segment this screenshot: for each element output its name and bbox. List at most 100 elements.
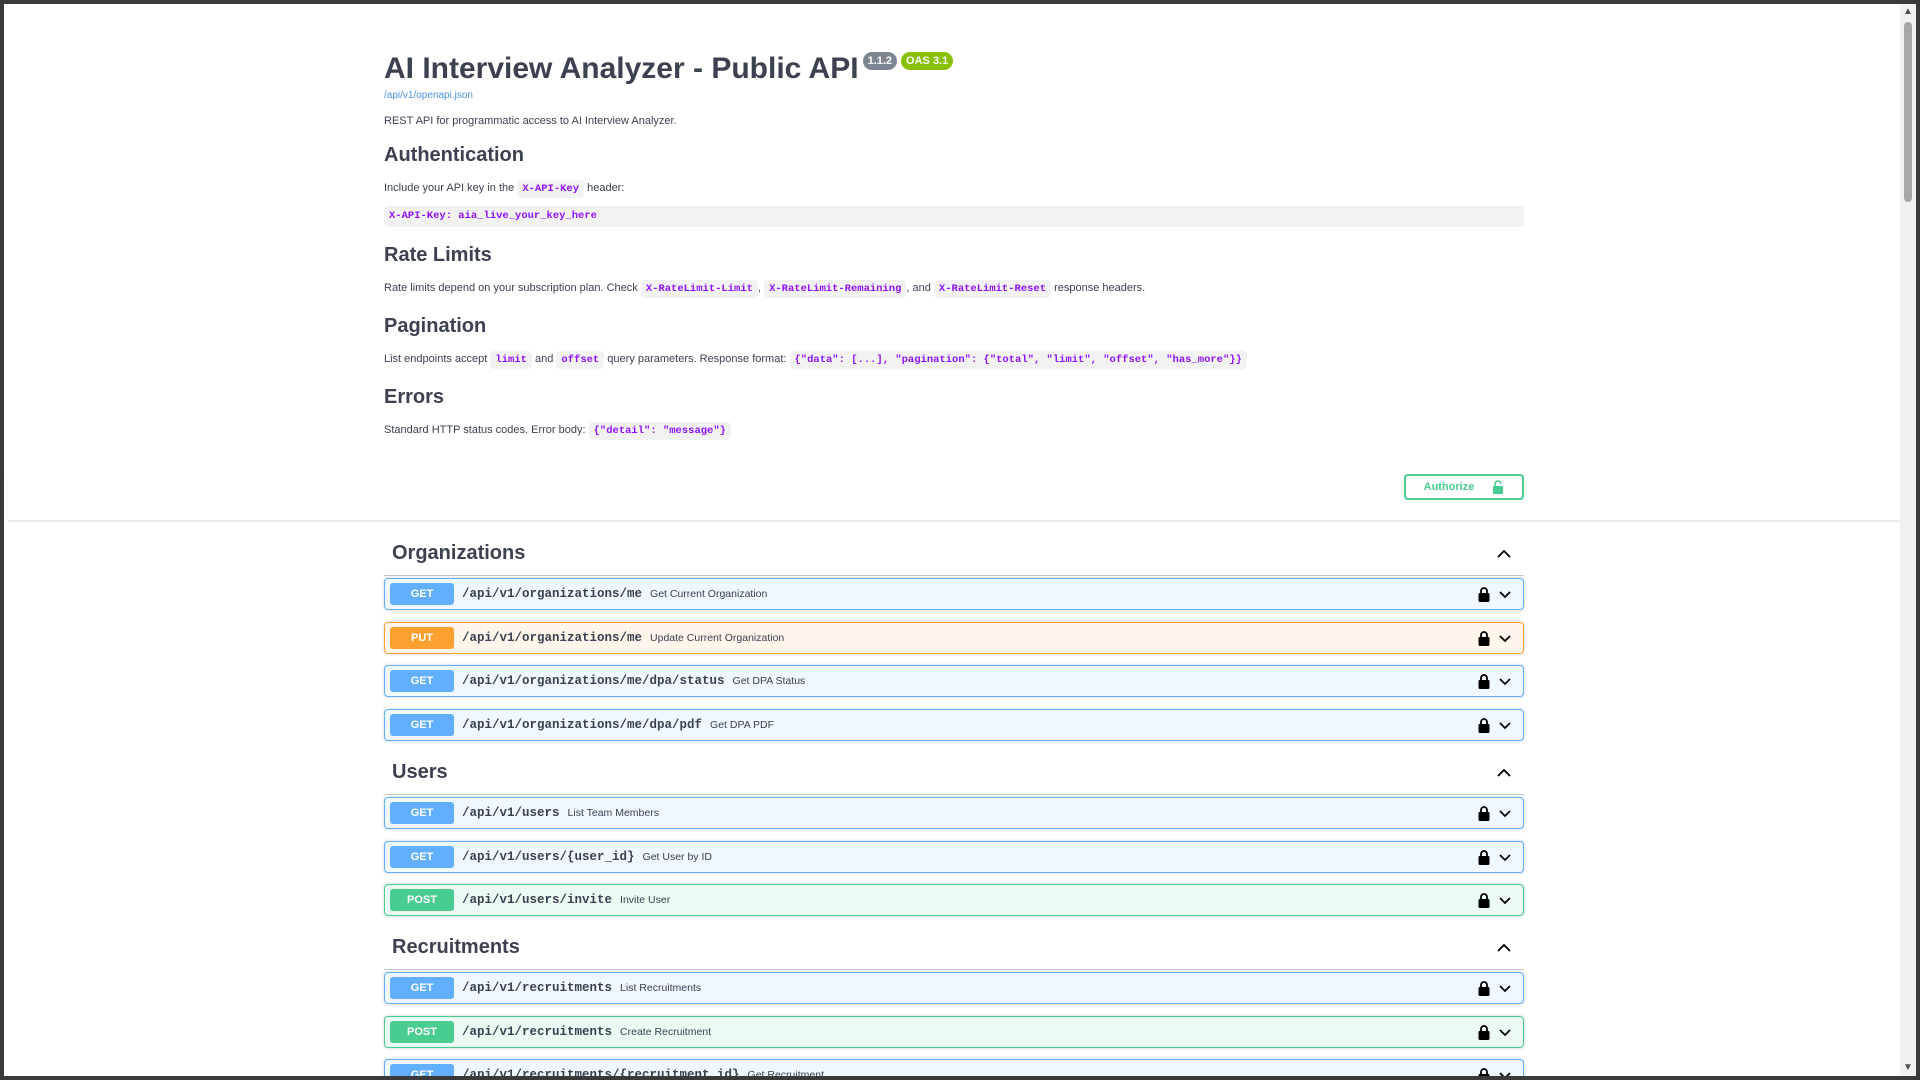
lock-icon[interactable] [1477, 892, 1491, 908]
scrollbar-thumb[interactable] [1904, 22, 1912, 202]
pagination-text-3: query parameters. Response format: [607, 353, 787, 365]
lock-icon[interactable] [1477, 805, 1491, 821]
pagination-text-2: and [535, 353, 554, 365]
ratelimit-limit-code: X-RateLimit-Limit [640, 280, 758, 298]
chevron-up-icon[interactable] [1494, 938, 1514, 958]
vertical-scrollbar[interactable]: ▲ ▼ [1900, 4, 1916, 1076]
http-method-badge: POST [390, 1021, 454, 1043]
operation-summary: Invite User [620, 894, 671, 906]
chevron-up-icon[interactable] [1494, 763, 1514, 783]
swagger-page: AI Interview Analyzer - Public API 1.1.2… [4, 4, 1900, 1076]
tag-title: Recruitments [392, 936, 520, 958]
operation-path: /api/v1/organizations/me/dpa/status [462, 674, 725, 688]
chevron-down-icon[interactable] [1497, 805, 1513, 821]
authorize-label: Authorize [1423, 481, 1475, 493]
ratelimit-reset-code: X-RateLimit-Reset [933, 280, 1052, 298]
operation-controls [1477, 1067, 1513, 1076]
operation-controls [1477, 1024, 1513, 1040]
operation-row[interactable]: POST/api/v1/users/invite Invite User [384, 884, 1524, 916]
operation-row[interactable]: GET/api/v1/recruitments List Recruitments [384, 972, 1524, 1004]
chevron-down-icon[interactable] [1497, 849, 1513, 865]
authorize-button[interactable]: Authorize [1404, 474, 1524, 500]
lock-icon[interactable] [1477, 717, 1491, 733]
chevron-down-icon[interactable] [1497, 1024, 1513, 1040]
operation-row[interactable]: GET/api/v1/organizations/me Get Current O… [384, 578, 1524, 610]
tag-header-recruitments[interactable]: Recruitments [384, 926, 1524, 970]
http-method-badge: GET [390, 802, 454, 824]
tag-header-users[interactable]: Users [384, 751, 1524, 795]
chevron-down-icon[interactable] [1497, 892, 1513, 908]
auth-text-after: header: [587, 182, 625, 194]
operation-row[interactable]: GET/api/v1/users List Team Members [384, 797, 1524, 829]
pagination-heading: Pagination [384, 315, 487, 337]
operation-summary: List Recruitments [620, 982, 702, 994]
operation-summary: Get Recruitment [747, 1069, 824, 1076]
pagination-text: List endpoints accept limit and offset q… [384, 350, 1524, 369]
rate-text-after: response headers. [1054, 282, 1146, 294]
errors-text-body: Standard HTTP status codes. Error body: [384, 424, 586, 436]
chevron-down-icon[interactable] [1497, 1067, 1513, 1076]
oas-badge: OAS 3.1 [901, 52, 954, 70]
operation-controls [1477, 630, 1513, 646]
operation-row[interactable]: POST/api/v1/recruitments Create Recruitme… [384, 1016, 1524, 1048]
version-badge: 1.1.2 [862, 52, 898, 70]
operation-path: /api/v1/organizations/me/dpa/pdf [462, 718, 703, 732]
lock-icon[interactable] [1477, 1067, 1491, 1076]
scroll-down-icon[interactable]: ▼ [1900, 1060, 1916, 1076]
operation-path: /api/v1/users/{user_id} [462, 850, 635, 864]
operation-summary: List Team Members [567, 807, 659, 819]
chevron-down-icon[interactable] [1497, 586, 1513, 602]
operation-summary: Get User by ID [642, 851, 712, 863]
operation-path: /api/v1/recruitments/{recruitment_id} [462, 1068, 740, 1076]
operation-row[interactable]: GET/api/v1/organizations/me/dpa/pdf Get D… [384, 709, 1524, 741]
lock-icon[interactable] [1477, 673, 1491, 689]
operation-controls [1477, 586, 1513, 602]
api-key-header-code: X-API-Key [517, 180, 585, 198]
chevron-up-icon[interactable] [1494, 544, 1514, 564]
operation-row[interactable]: GET/api/v1/organizations/me/dpa/status Ge… [384, 665, 1524, 697]
operation-controls [1477, 717, 1513, 733]
authentication-heading: Authentication [384, 144, 524, 166]
error-body-code: {"detail": "message"} [588, 422, 731, 440]
api-description: REST API for programmatic access to AI I… [384, 115, 677, 127]
errors-text: Standard HTTP status codes. Error body: … [384, 421, 1524, 440]
operation-summary: Get Current Organization [650, 588, 768, 600]
rate-text-before: Rate limits depend on your subscription … [384, 282, 638, 294]
operation-controls [1477, 805, 1513, 821]
rate-sep-2: , and [906, 282, 931, 294]
chevron-down-icon[interactable] [1497, 673, 1513, 689]
http-method-badge: GET [390, 583, 454, 605]
lock-icon[interactable] [1477, 849, 1491, 865]
openapi-spec-link[interactable]: /api/v1/openapi.json [384, 90, 1524, 101]
http-method-badge: GET [390, 670, 454, 692]
tag-header-organizations[interactable]: Organizations [384, 532, 1524, 576]
operation-summary: Get DPA PDF [710, 719, 775, 731]
operation-row[interactable]: GET/api/v1/recruitments/{recruitment_id}… [384, 1059, 1524, 1076]
pagination-text-1: List endpoints accept [384, 353, 488, 365]
lock-icon[interactable] [1477, 980, 1491, 996]
operation-row[interactable]: PUT/api/v1/organizations/me Update Curren… [384, 622, 1524, 654]
auth-text-before: Include your API key in the [384, 182, 515, 194]
chevron-down-icon[interactable] [1497, 630, 1513, 646]
operation-summary: Get DPA Status [732, 675, 806, 687]
operation-summary: Create Recruitment [620, 1026, 712, 1038]
operation-summary: Update Current Organization [650, 632, 785, 644]
chevron-down-icon[interactable] [1497, 717, 1513, 733]
ratelimit-remaining-code: X-RateLimit-Remaining [764, 280, 907, 298]
operation-controls [1477, 980, 1513, 996]
scroll-up-icon[interactable]: ▲ [1900, 4, 1916, 20]
response-format-code: {"data": [...], "pagination": {"total", … [789, 351, 1247, 369]
http-method-badge: GET [390, 1064, 454, 1076]
rate-sep-1: , [757, 282, 761, 294]
operation-controls [1477, 892, 1513, 908]
operation-row[interactable]: GET/api/v1/users/{user_id} Get User by ID [384, 841, 1524, 873]
lock-icon[interactable] [1477, 586, 1491, 602]
http-method-badge: GET [390, 977, 454, 999]
lock-icon[interactable] [1477, 1024, 1491, 1040]
rate-limits-text: Rate limits depend on your subscription … [384, 279, 1524, 298]
authorize-bar: Authorize [8, 474, 1900, 521]
lock-icon[interactable] [1477, 630, 1491, 646]
operation-controls [1477, 849, 1513, 865]
operation-path: /api/v1/users [462, 806, 560, 820]
chevron-down-icon[interactable] [1497, 980, 1513, 996]
